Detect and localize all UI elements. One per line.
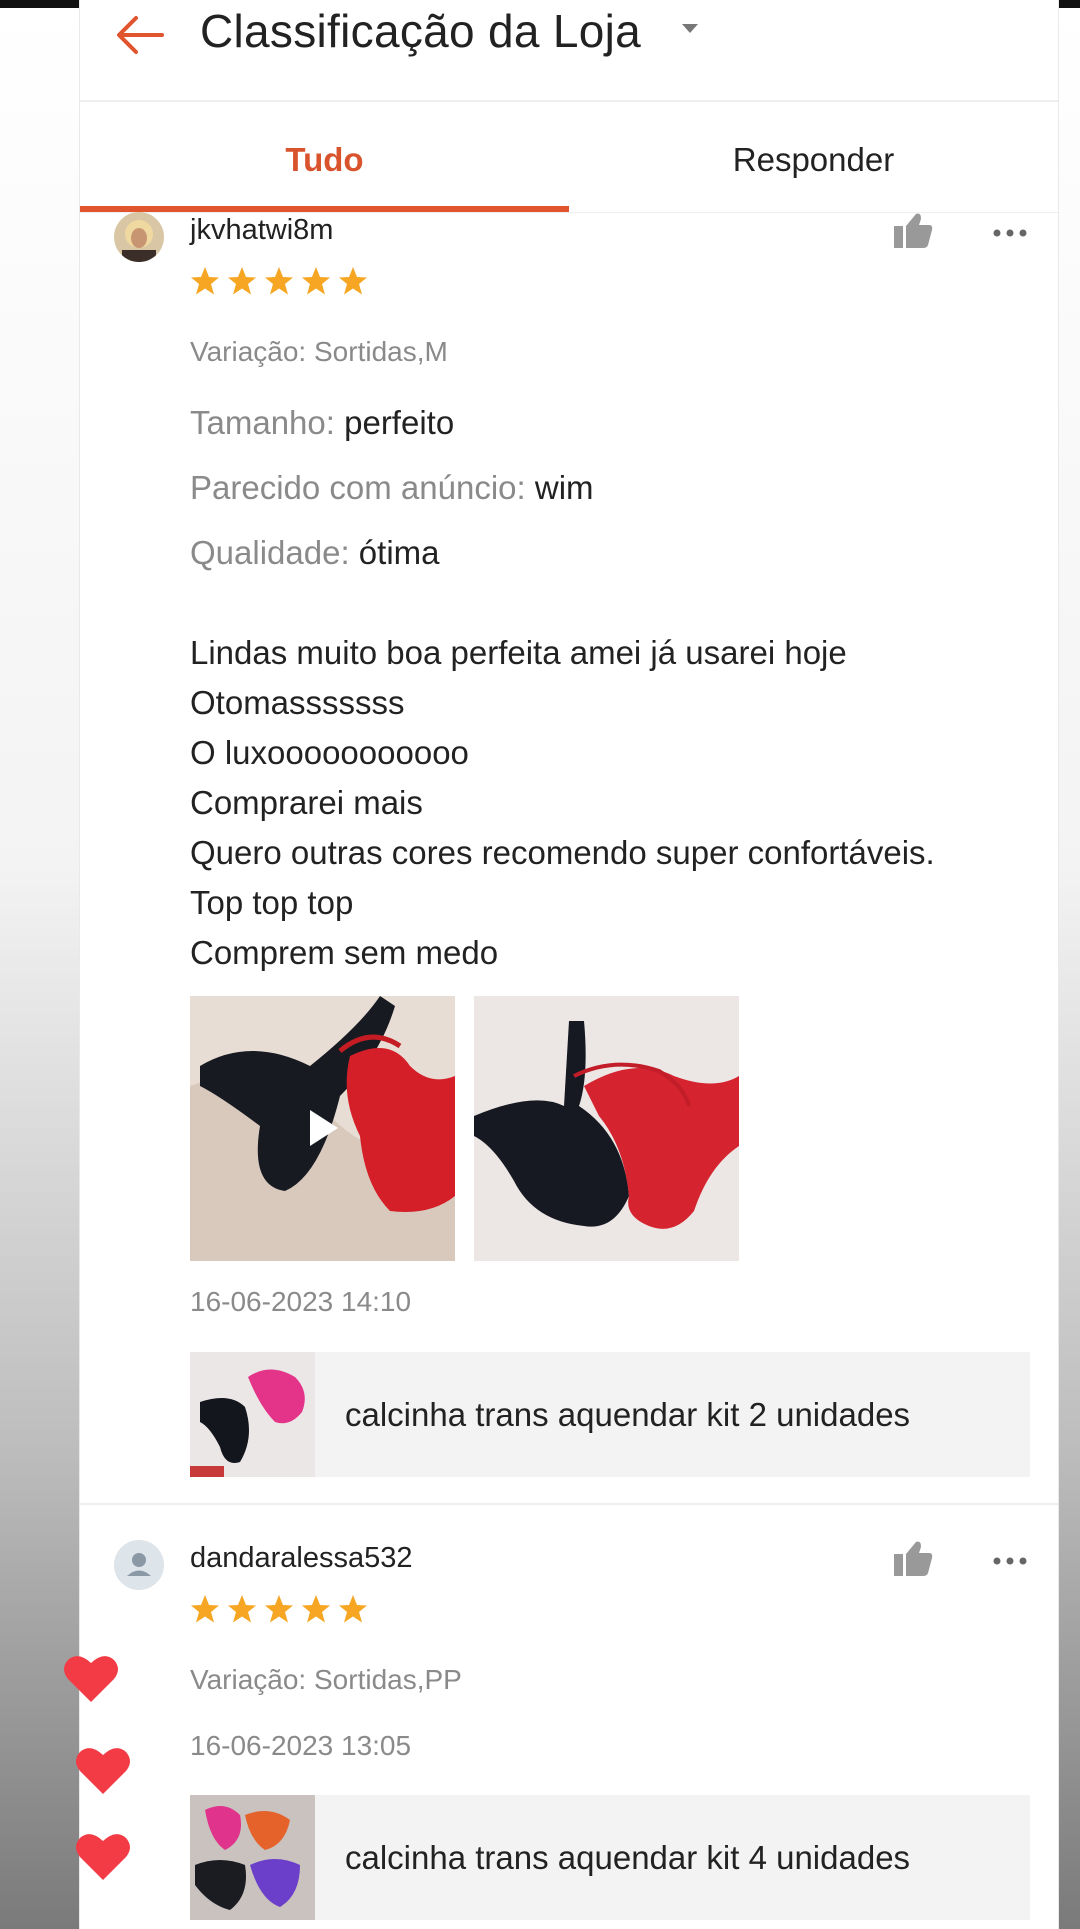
star-icon	[339, 267, 367, 295]
star-icon	[191, 1595, 219, 1623]
avatar[interactable]	[114, 1540, 164, 1590]
review-item: dandaralessa532 Variação: Sortidas,PP 16…	[80, 1538, 1058, 1929]
review-item: jkvhatwi8m Variação: Sortidas,M Tamanho:…	[80, 210, 1058, 1500]
review-text-line: Comprem sem medo	[190, 934, 499, 971]
page-title[interactable]: Classificação da Loja	[200, 4, 641, 58]
star-icon	[302, 267, 330, 295]
arrow-left-icon[interactable]	[110, 10, 170, 60]
heart-icon	[76, 1748, 130, 1794]
product-thumbnail	[190, 1795, 315, 1920]
product-card[interactable]: calcinha trans aquendar kit 2 unidades	[190, 1352, 1030, 1477]
attribute-label: Tamanho:	[190, 404, 335, 441]
heart-icon	[64, 1656, 118, 1702]
star-icon	[265, 267, 293, 295]
reviewer-name[interactable]: jkvhatwi8m	[190, 214, 333, 247]
tab-reply[interactable]: Responder	[569, 108, 1058, 212]
attribute-value: wim	[534, 469, 594, 506]
product-card[interactable]: calcinha trans aquendar kit 4 unidades	[190, 1795, 1030, 1920]
variation-text: Variação: Sortidas,PP	[190, 1664, 462, 1695]
store-reviews-panel: Classificação da Loja Tudo Responder jkv…	[80, 0, 1058, 1929]
more-options-icon[interactable]	[992, 228, 1028, 238]
heart-icon	[76, 1834, 130, 1880]
attribute-label: Parecido com anúncio:	[190, 469, 526, 506]
star-rating	[190, 266, 368, 300]
attribute-value: ótima	[358, 534, 440, 571]
star-rating	[190, 1594, 368, 1628]
product-name[interactable]: calcinha trans aquendar kit 4 unidades	[345, 1795, 910, 1920]
thumbs-up-icon[interactable]	[892, 210, 934, 250]
star-icon	[191, 267, 219, 295]
attribute-label: Qualidade:	[190, 534, 350, 571]
attribute-size: Tamanho: perfeito	[190, 404, 454, 442]
attribute-similar-to-ad: Parecido com anúncio: wim	[190, 469, 594, 507]
product-name[interactable]: calcinha trans aquendar kit 2 unidades	[345, 1352, 910, 1477]
review-text-line: O luxooooooooooo	[190, 734, 469, 771]
review-text-line: Otomasssssss	[190, 684, 405, 721]
review-tabs: Tudo Responder	[80, 108, 1058, 213]
tab-all[interactable]: Tudo	[80, 108, 569, 212]
star-icon	[302, 1595, 330, 1623]
product-thumbnail	[190, 1352, 315, 1477]
star-icon	[265, 1595, 293, 1623]
review-video-thumbnail[interactable]	[190, 996, 455, 1261]
review-text-line: Quero outras cores recomendo super confo…	[190, 834, 935, 871]
play-icon[interactable]	[306, 1108, 340, 1148]
star-icon	[228, 1595, 256, 1623]
attribute-quality: Qualidade: ótima	[190, 534, 440, 572]
avatar[interactable]	[114, 212, 164, 262]
review-date: 16-06-2023 14:10	[190, 1286, 412, 1317]
star-icon	[228, 267, 256, 295]
reviewer-name[interactable]: dandaralessa532	[190, 1542, 413, 1575]
app-header: Classificação da Loja	[80, 0, 1058, 102]
caret-down-icon[interactable]	[682, 24, 698, 33]
review-photo[interactable]	[474, 996, 739, 1261]
review-text-line: Lindas muito boa perfeita amei já usarei…	[190, 634, 847, 671]
thumbs-up-icon[interactable]	[892, 1538, 934, 1578]
attribute-value: perfeito	[344, 404, 455, 441]
review-date: 16-06-2023 13:05	[190, 1730, 412, 1761]
review-text-line: Top top top	[190, 884, 354, 921]
review-text-line: Comprarei mais	[190, 784, 423, 821]
variation-text: Variação: Sortidas,M	[190, 336, 448, 367]
more-options-icon[interactable]	[992, 1556, 1028, 1566]
review-divider	[80, 1503, 1058, 1505]
star-icon	[339, 1595, 367, 1623]
